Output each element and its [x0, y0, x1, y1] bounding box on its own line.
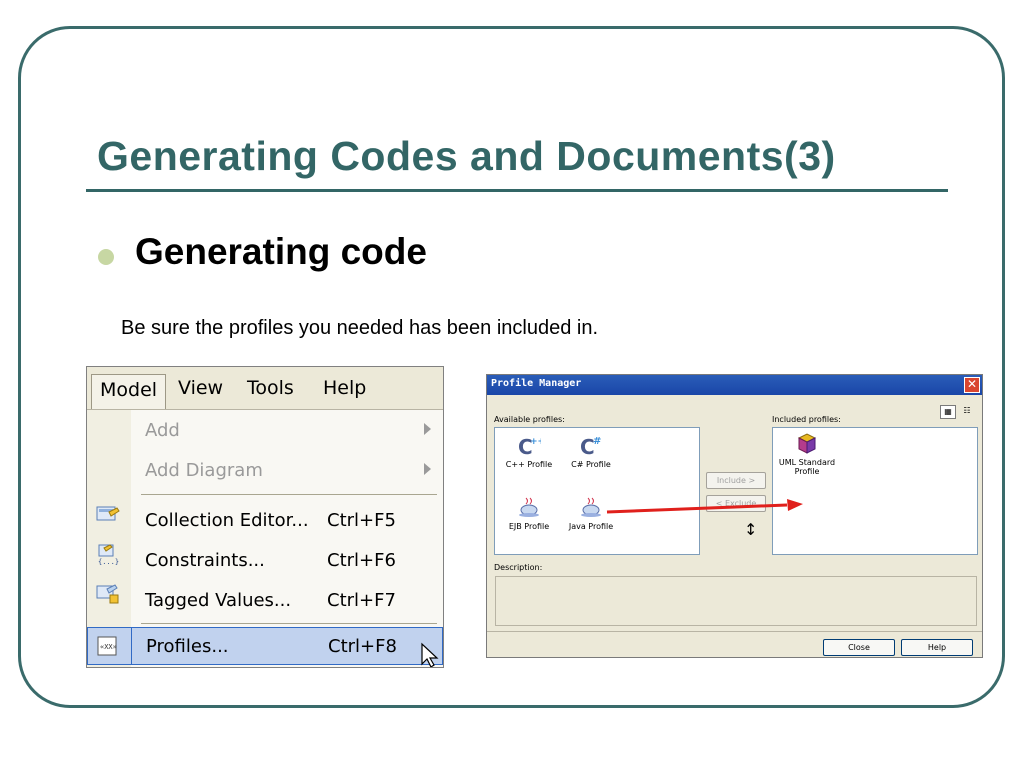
menu-separator — [141, 623, 437, 624]
menu-bar: Model View Tools Help — [87, 367, 443, 410]
menu-help[interactable]: Help — [323, 375, 366, 401]
red-arrow-head — [787, 499, 803, 511]
profile-item-ejb[interactable]: EJB Profile — [499, 496, 559, 531]
java-profile-icon — [581, 497, 601, 517]
menu-item-collection-editor[interactable]: Collection Editor... Ctrl+F5 — [131, 502, 443, 540]
tagged-values-icon — [96, 584, 119, 604]
help-button[interactable]: Help — [901, 639, 973, 656]
uml-standard-profile-icon — [797, 433, 817, 454]
close-icon[interactable]: ✕ — [964, 377, 980, 393]
bullet-heading: Generating code — [135, 231, 427, 272]
dialog-titlebar: Profile Manager ✕ — [487, 375, 982, 395]
csharp-profile-icon: C # — [580, 435, 601, 456]
profile-item-csharp[interactable]: C # C# Profile — [561, 434, 621, 469]
included-profiles-label: Included profiles: — [772, 415, 841, 424]
large-icons-view-icon[interactable]: ▦ — [940, 405, 956, 419]
svg-text:«XX»: «XX» — [100, 643, 117, 651]
included-profiles-list[interactable]: UML Standard Profile — [772, 427, 978, 555]
model-dropdown: Add Add Diagram Collection Editor... Ctr… — [131, 410, 443, 667]
include-button[interactable]: Include > — [706, 472, 766, 489]
menu-tools[interactable]: Tools — [247, 375, 294, 401]
submenu-arrow-icon — [424, 463, 431, 475]
dialog-footer-divider — [487, 631, 982, 632]
available-profiles-label: Available profiles: — [494, 415, 565, 424]
instruction-text: Be sure the profiles you needed has been… — [121, 317, 599, 339]
svg-text:#: # — [593, 436, 601, 447]
list-view-icon[interactable]: ☷ — [959, 405, 975, 419]
menu-item-tagged-values[interactable]: Tagged Values... Ctrl+F7 — [131, 582, 443, 620]
constraints-icon: {...} — [98, 544, 119, 565]
red-arrow-line — [606, 503, 788, 514]
profiles-icon: «XX» — [97, 636, 117, 656]
profile-item-cpp[interactable]: C ++ C++ Profile — [499, 434, 559, 469]
svg-text:{...}: {...} — [98, 558, 119, 565]
svg-text:++: ++ — [530, 437, 541, 447]
menu-separator — [141, 494, 437, 495]
cpp-profile-icon: C ++ — [518, 435, 541, 456]
title-underline — [86, 189, 948, 192]
include-arrow-annotation — [606, 499, 803, 514]
menu-view[interactable]: View — [178, 375, 223, 401]
description-box — [495, 576, 977, 626]
mouse-cursor-icon — [421, 642, 439, 667]
submenu-arrow-icon — [424, 423, 431, 435]
slide-title: Generating Codes and Documents(3) — [97, 133, 836, 179]
menu-item-profiles[interactable]: Profiles... Ctrl+F8 — [131, 627, 443, 665]
profile-manager-dialog: Profile Manager ✕ Available profiles: In… — [486, 374, 983, 658]
resize-cursor-icon: ↕ — [744, 520, 758, 539]
menu-item-add-diagram[interactable]: Add Diagram — [131, 452, 443, 490]
available-profiles-list[interactable]: C ++ C++ Profile C # C# Profile EJB Prof… — [494, 427, 700, 555]
bullet-icon — [98, 249, 114, 265]
ejb-profile-icon — [519, 497, 539, 517]
model-menu-screenshot: Model View Tools Help Add Add Diagram Co… — [86, 366, 444, 668]
profile-item-uml-standard[interactable]: UML Standard Profile — [777, 432, 837, 476]
collection-editor-icon — [96, 506, 120, 521]
close-button[interactable]: Close — [823, 639, 895, 656]
menu-item-constraints[interactable]: Constraints... Ctrl+F6 — [131, 542, 443, 580]
menu-item-add[interactable]: Add — [131, 412, 443, 450]
menu-model[interactable]: Model — [91, 374, 167, 409]
description-label: Description: — [494, 563, 543, 572]
